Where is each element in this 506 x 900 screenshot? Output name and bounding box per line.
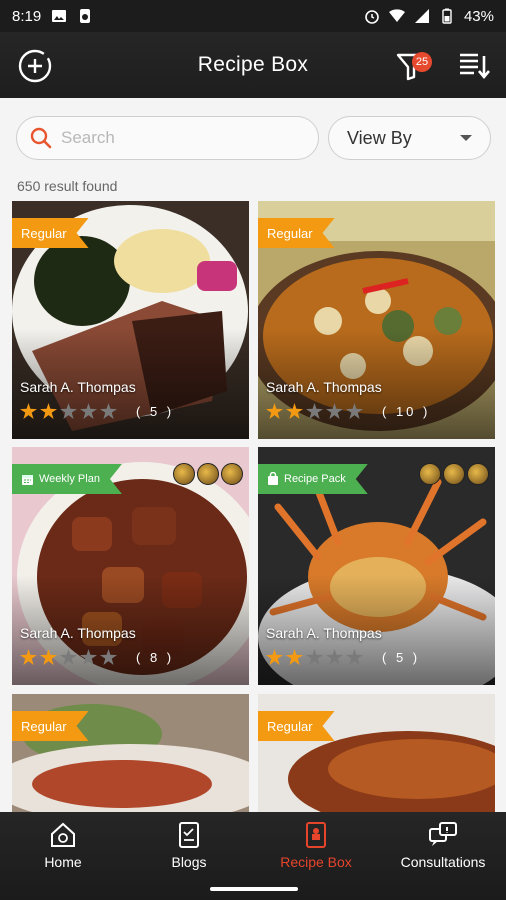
- tag-label: Regular: [267, 718, 313, 734]
- coin-icon: [173, 463, 195, 485]
- star-rating: ( 5 ): [266, 649, 420, 665]
- search-input[interactable]: [61, 128, 301, 148]
- nav-home[interactable]: Home: [0, 820, 126, 882]
- tag-label: Weekly Plan: [39, 473, 100, 485]
- battery-icon: [442, 8, 452, 24]
- view-by-label: View By: [347, 127, 412, 148]
- recipe-card[interactable]: Regular Sarah A. Thompas ( 10 ): [258, 201, 495, 439]
- star-icon: [100, 649, 117, 665]
- tag-label: Regular: [21, 718, 67, 734]
- nav-label: Recipe Box: [280, 854, 352, 870]
- filter-button[interactable]: 25: [388, 46, 434, 86]
- recipe-author: Sarah A. Thompas: [20, 379, 136, 395]
- star-icon: [60, 403, 77, 419]
- star-icon: [286, 403, 303, 419]
- star-rating: ( 10 ): [266, 403, 430, 419]
- star-icon: [306, 403, 323, 419]
- star-icon: [266, 403, 283, 419]
- search-icon: [30, 127, 52, 149]
- calendar-icon: [21, 473, 34, 486]
- coin-badges: [419, 463, 489, 485]
- star-icon: [20, 403, 37, 419]
- recipe-author: Sarah A. Thompas: [266, 625, 382, 641]
- battery-level: 43%: [463, 7, 494, 25]
- star-icon: [40, 649, 57, 665]
- nav-label: Blogs: [171, 854, 207, 870]
- star-icon: [266, 649, 283, 665]
- blog-icon: [179, 822, 199, 848]
- star-rating: ( 8 ): [20, 649, 174, 665]
- recipe-card[interactable]: Regular: [12, 694, 249, 812]
- chevron-down-icon: [460, 135, 472, 141]
- star-icon: [20, 649, 37, 665]
- recipe-author: Sarah A. Thompas: [266, 379, 382, 395]
- app-header: Recipe Box 25: [0, 32, 506, 98]
- star-icon: [80, 649, 97, 665]
- star-rating: ( 5 ): [20, 403, 174, 419]
- search-bar[interactable]: [16, 116, 319, 160]
- alarm-icon: [365, 10, 379, 24]
- tag-label: Recipe Pack: [284, 473, 346, 485]
- recipe-card[interactable]: Weekly Plan Sarah A. Thompas ( 8 ): [12, 447, 249, 685]
- review-count: ( 8 ): [136, 649, 175, 665]
- nav-label: Consultations: [400, 854, 486, 870]
- coin-icon: [221, 463, 243, 485]
- star-icon: [346, 649, 363, 665]
- tag-label: Regular: [267, 225, 313, 241]
- nav-label: Home: [44, 854, 82, 870]
- star-icon: [80, 403, 97, 419]
- star-icon: [60, 649, 77, 665]
- result-count: 650 result found: [17, 178, 118, 194]
- bag-icon: [267, 472, 279, 486]
- coin-icon: [419, 463, 441, 485]
- signal-icon: [414, 9, 429, 23]
- star-icon: [326, 403, 343, 419]
- star-icon: [286, 649, 303, 665]
- coin-icon: [197, 463, 219, 485]
- view-by-dropdown[interactable]: View By: [328, 116, 491, 160]
- home-indicator[interactable]: [210, 887, 298, 891]
- wifi-icon: [388, 9, 405, 22]
- status-bar: 8:19 43%: [0, 0, 506, 32]
- coin-icon: [443, 463, 465, 485]
- recipe-card[interactable]: Recipe Pack Sarah A. Thompas ( 5 ): [258, 447, 495, 685]
- home-icon: [51, 822, 75, 847]
- star-icon: [346, 403, 363, 419]
- recipe-card[interactable]: Regular: [258, 694, 495, 812]
- app-notification-icon: [80, 9, 91, 23]
- review-count: ( 5 ): [382, 649, 421, 665]
- nav-consultations[interactable]: Consultations: [380, 820, 506, 882]
- nav-blogs[interactable]: Blogs: [126, 820, 252, 882]
- coin-icon: [467, 463, 489, 485]
- review-count: ( 10 ): [382, 403, 431, 419]
- recipe-type-tag: Recipe Pack: [258, 464, 368, 494]
- star-icon: [306, 649, 323, 665]
- coin-badges: [173, 463, 243, 485]
- sort-icon: [460, 53, 490, 80]
- status-time: 8:19: [12, 7, 42, 25]
- star-icon: [326, 649, 343, 665]
- review-count: ( 5 ): [136, 403, 175, 419]
- chat-icon: [429, 822, 457, 846]
- star-icon: [100, 403, 117, 419]
- filter-count-badge: 25: [412, 52, 432, 72]
- nav-recipe-box[interactable]: Recipe Box: [253, 820, 379, 882]
- star-icon: [40, 403, 57, 419]
- recipe-card[interactable]: Regular Sarah A. Thompas ( 5 ): [12, 201, 249, 439]
- recipe-box-icon: [306, 822, 326, 848]
- recipe-type-tag: Weekly Plan: [12, 464, 122, 494]
- image-notification-icon: [52, 10, 67, 22]
- sort-button[interactable]: [454, 46, 494, 86]
- recipe-author: Sarah A. Thompas: [20, 625, 136, 641]
- tag-label: Regular: [21, 225, 67, 241]
